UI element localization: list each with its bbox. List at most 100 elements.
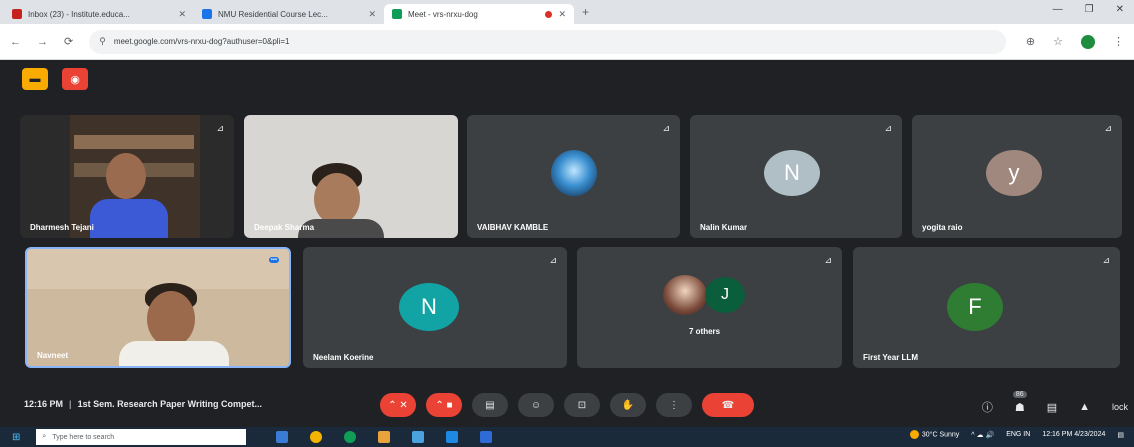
present-button[interactable]: ⊡ (564, 393, 600, 417)
search-placeholder: Type here to search (52, 433, 115, 441)
people-count-badge: 86 (1012, 390, 1027, 398)
browser-tab-bar: Inbox (23) - Institute.educa... ✕ NMU Re… (0, 0, 1134, 24)
meeting-info: 12:16 PM | 1st Sem. Research Paper Writing… (24, 399, 262, 409)
file-explorer-icon[interactable] (378, 431, 391, 443)
separator: | (69, 399, 72, 409)
participant-name: Navneet (37, 351, 69, 360)
camera-off-icon: ⌃ ■ (435, 399, 453, 411)
meet-icon (392, 9, 402, 19)
sun-icon (909, 430, 919, 439)
minimize-button[interactable]: — (1053, 4, 1063, 15)
doc-icon (202, 9, 212, 19)
captions-icon: ▤ (485, 399, 495, 411)
host-controls-icon[interactable]: lock (1112, 402, 1128, 412)
edge-icon[interactable] (344, 431, 357, 443)
close-tab-icon[interactable]: ✕ (178, 9, 186, 20)
maximize-button[interactable]: ❐ (1085, 4, 1094, 15)
pin-icon[interactable]: ⊿ (549, 255, 557, 266)
word-icon[interactable] (480, 431, 493, 443)
participant-avatar: N (764, 150, 820, 196)
participant-tile[interactable]: F ⊿ First Year LLM (853, 247, 1120, 368)
mic-toggle-button[interactable]: ⌃ ✕ (380, 393, 416, 417)
emoji-button[interactable]: ☺ (518, 393, 554, 417)
store-icon[interactable] (412, 431, 425, 443)
video-bookshelf (74, 135, 194, 149)
participant-tile[interactable]: ▪▪▪ Navneet (25, 247, 291, 368)
taskbar-apps (276, 431, 493, 443)
taskbar-search-input[interactable]: ⌕ Type here to search (36, 429, 247, 445)
chat-icon[interactable]: ▤ (1047, 401, 1057, 414)
close-tab-icon[interactable]: ✕ (368, 9, 376, 20)
captions-button[interactable]: ▤ (472, 393, 508, 417)
pin-icon[interactable]: ⊿ (824, 255, 832, 266)
forward-button[interactable]: → (37, 36, 48, 48)
extension-icon[interactable]: ⊕ (1026, 35, 1035, 48)
url-text: meet.google.com/vrs-nrxu-dog?authuser=0&… (113, 37, 290, 46)
participant-name: First Year LLM (863, 353, 918, 362)
pin-icon[interactable]: ⊿ (1102, 255, 1110, 266)
participant-tile[interactable]: Deepak Sharma (244, 115, 458, 238)
participant-avatar: J (705, 277, 745, 313)
new-tab-button[interactable]: + (582, 5, 589, 19)
participant-name: Neelam Koerine (313, 353, 374, 362)
end-call-button[interactable]: ☎ (702, 393, 754, 417)
tab-meet[interactable]: Meet - vrs-nrxu-dog ✕ (384, 4, 574, 24)
participant-tile[interactable]: N ⊿ Nalin Kumar (690, 115, 902, 238)
camera-toggle-button[interactable]: ⌃ ■ (426, 393, 462, 417)
meeting-details-icon[interactable]: ⓘ (982, 399, 993, 415)
window-controls: — ❐ ✕ (1053, 4, 1124, 15)
present-icon: ⊡ (577, 399, 587, 411)
close-window-button[interactable]: ✕ (1116, 4, 1124, 15)
chrome-icon[interactable] (310, 431, 323, 443)
emoji-icon: ☺ (530, 399, 542, 411)
task-view-icon[interactable] (276, 431, 289, 443)
record-icon[interactable]: ◉ (62, 68, 88, 90)
participant-tile[interactable]: ⊿ VAIBHAV KAMBLE (467, 115, 680, 238)
meeting-badges: ▬ ◉ (22, 68, 88, 90)
omnibox-actions: ⊕ ☆ ⋮ (1026, 34, 1124, 49)
os-taskbar: ⊞ ⌕ Type here to search 30°C Sunny ^ ☁ 🔊… (0, 427, 1134, 447)
more-options-button[interactable]: ⋮ (656, 393, 692, 417)
video-person (314, 173, 360, 225)
browser-menu-icon[interactable]: ⋮ (1113, 35, 1124, 48)
recording-indicator-icon (545, 10, 553, 18)
tray-icons[interactable]: ^ ☁ 🔊 (971, 431, 994, 439)
profile-avatar[interactable] (1081, 34, 1095, 49)
windows-start-icon[interactable]: ⊞ (12, 432, 20, 443)
pin-icon[interactable]: ⊿ (884, 123, 892, 134)
tab-nmu[interactable]: NMU Residential Course Lec... ✕ (194, 4, 384, 24)
pin-icon[interactable]: ⊿ (662, 123, 670, 134)
people-button[interactable]: 86 ☗ (1012, 390, 1027, 414)
raise-hand-button[interactable]: ✋ (610, 393, 646, 417)
video-person (90, 199, 168, 238)
app-icon[interactable] (446, 431, 459, 443)
call-controls: ⌃ ✕ ⌃ ■ ▤ ☺ ⊡ ✋ ⋮ ☎ (380, 393, 754, 417)
pin-icon[interactable]: ⊿ (1104, 123, 1112, 134)
tab-inbox[interactable]: Inbox (23) - Institute.educa... ✕ (4, 4, 194, 24)
url-input[interactable]: ⚲ meet.google.com/vrs-nrxu-dog?authuser=… (89, 29, 1006, 54)
folder-icon[interactable]: ▬ (22, 68, 48, 90)
people-icon: ☗ (1014, 401, 1025, 414)
reload-button[interactable]: ⟳ (64, 35, 73, 48)
system-clock[interactable]: 12:16 PM 4/23/2024 (1042, 431, 1105, 438)
participant-tile[interactable]: y ⊿ yogita raio (912, 115, 1122, 238)
activities-icon[interactable]: ▲ (1079, 401, 1090, 413)
more-vert-icon: ⋮ (669, 399, 679, 411)
weather-widget[interactable]: 30°C Sunny (909, 430, 959, 439)
more-options-icon[interactable]: ▪▪▪ (268, 257, 279, 263)
language-indicator[interactable]: ENG IN (1006, 431, 1030, 438)
bookmark-star-icon[interactable]: ☆ (1053, 35, 1063, 48)
participant-tile-others[interactable]: J ⊿ 7 others (577, 247, 842, 368)
participant-name: Nalin Kumar (700, 223, 748, 232)
pin-icon[interactable]: ⊿ (216, 123, 224, 134)
video-person (106, 153, 146, 199)
system-tray: 30°C Sunny ^ ☁ 🔊 ENG IN 12:16 PM 4/23/20… (909, 430, 1124, 439)
close-tab-icon[interactable]: ✕ (558, 9, 566, 20)
participant-tile[interactable]: ⊿ Dharmesh Tejani (20, 115, 234, 238)
site-info-icon[interactable]: ⚲ (99, 36, 106, 47)
mic-off-icon: ⌃ ✕ (388, 399, 408, 411)
side-panel-controls: ⓘ 86 ☗ ▤ ▲ lock (982, 390, 1128, 415)
notifications-icon[interactable]: ▤ (1117, 431, 1124, 439)
back-button[interactable]: ← (10, 36, 21, 48)
participant-tile[interactable]: N ⊿ Neelam Koerine (303, 247, 567, 368)
